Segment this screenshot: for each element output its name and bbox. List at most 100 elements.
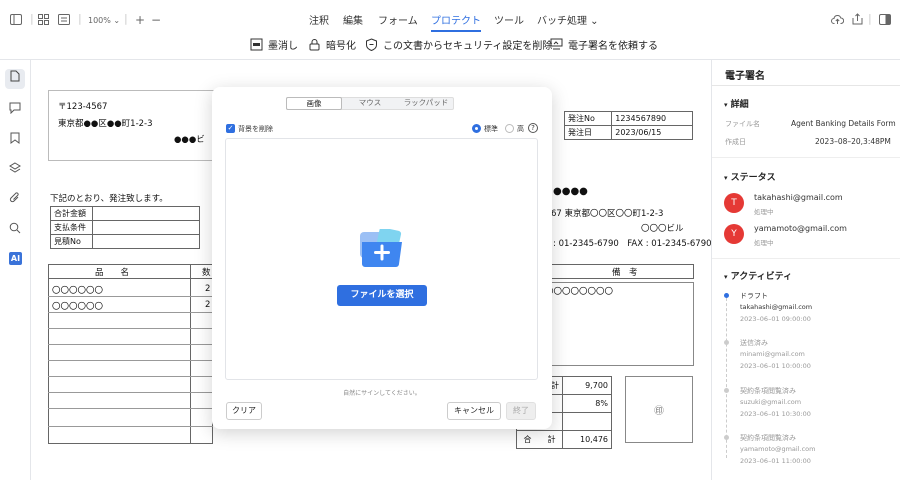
created-label: 作成日 — [725, 138, 746, 146]
page-thumbnails-icon[interactable] — [5, 69, 25, 89]
help-icon[interactable]: ? — [528, 123, 538, 133]
status-section[interactable]: ▾ ステータス — [724, 170, 776, 183]
image-drop-zone[interactable]: ファイルを選択 — [225, 138, 538, 380]
remove-background-checkbox[interactable]: ✓ — [226, 124, 235, 133]
signer-email: yamamoto@gmail.com — [754, 224, 847, 233]
summary-label: 見積No — [50, 234, 93, 249]
search-icon[interactable] — [8, 222, 22, 236]
signer-status: 処理中 — [754, 239, 774, 247]
sidebar-toggle-icon[interactable] — [10, 14, 22, 29]
event-email: minami@gmail.com — [740, 350, 805, 358]
event-title: 送信済み — [740, 339, 768, 347]
postal-code: 〒123-4567 — [58, 102, 108, 112]
zoom-in-icon[interactable]: + — [135, 13, 145, 27]
menu-batch[interactable]: バッチ処理 ⌄ — [537, 12, 599, 27]
address: 東京都●●区●●町1-2-3 — [58, 119, 153, 129]
ai-assistant-icon[interactable]: AI — [9, 252, 22, 265]
summary-label: 合計金額 — [50, 206, 93, 221]
event-email: yamamoto@gmail.com — [740, 445, 816, 453]
remarks-header: 備 考 — [612, 268, 638, 278]
item-name: 〇〇〇〇〇〇 — [52, 302, 104, 312]
finish-button[interactable]: 終了 — [506, 402, 536, 420]
order-no: 1234567890 — [611, 111, 693, 126]
vendor-name: ●●●● — [553, 186, 588, 197]
file-name: Agent Banking Details Form — [791, 119, 896, 128]
created-date: 2023–08–20,3:48PM — [815, 137, 891, 146]
panel-title: 電子署名 — [725, 71, 765, 82]
vendor-building: 〇〇〇ビル — [641, 224, 684, 234]
tab-image[interactable]: 画像 — [286, 97, 342, 110]
quality-high-radio[interactable] — [505, 124, 514, 133]
file-name-label: ファイル名 — [725, 120, 760, 128]
details-section[interactable]: ▾ 詳細 — [724, 97, 749, 110]
attachment-icon[interactable] — [8, 192, 22, 206]
clear-button[interactable]: クリア — [226, 402, 262, 420]
vendor-address: 67 東京都〇〇区〇〇町1-2-3 — [551, 209, 664, 219]
order-date: 2023/06/15 — [611, 125, 693, 140]
cancel-button[interactable]: キャンセル — [447, 402, 501, 420]
toolbar-divider: | — [78, 12, 82, 25]
tab-trackpad[interactable]: ラックパッド — [398, 97, 454, 110]
bookmark-icon[interactable] — [8, 132, 22, 146]
menu-edit[interactable]: 編集 — [343, 12, 363, 27]
tab-mouse[interactable]: マウス — [342, 97, 398, 110]
zoom-out-icon[interactable]: − — [151, 13, 161, 27]
timeline-line — [726, 298, 727, 458]
choose-file-button[interactable]: ファイルを選択 — [337, 285, 427, 306]
menu-form[interactable]: フォーム — [378, 12, 418, 27]
seal-mark: ㊞ — [654, 406, 664, 417]
signature-icon — [550, 38, 563, 50]
remove-security-button[interactable]: この文書からセキュリティ設定を削除 — [365, 37, 552, 52]
total-label: 合 計 — [516, 430, 563, 449]
page-view-icon[interactable] — [58, 14, 70, 29]
intro-text: 下記のとおり、発注致します。 — [50, 194, 168, 204]
timeline-dot — [724, 435, 729, 440]
event-email: takahashi@gmail.com — [740, 303, 813, 311]
event-title: ドラフト — [740, 292, 768, 300]
activity-section[interactable]: ▾ アクティビティ — [724, 269, 792, 282]
share-icon[interactable] — [852, 13, 863, 29]
grid-view-icon[interactable] — [38, 14, 49, 29]
event-time: 2023–06–01 10:00:00 — [740, 362, 811, 370]
request-signature-label: 電子署名を依頼する — [568, 41, 658, 52]
company-name: ●●●ビ — [174, 135, 205, 145]
encrypt-button[interactable]: 暗号化 — [308, 37, 356, 52]
vendor-phone: : 01-2345-6790 FAX : 01-2345-6790 — [553, 239, 712, 249]
request-signature-button[interactable]: 電子署名を依頼する — [550, 37, 658, 52]
order-info-table: 発注No 1234567890 発注日 2023/06/15 — [563, 111, 693, 140]
summary-label: 支払条件 — [50, 220, 93, 235]
remarks-value: 〇〇〇〇〇〇〇〇 — [545, 287, 614, 297]
quality-standard-radio[interactable] — [472, 124, 481, 133]
left-rail: AI — [0, 60, 31, 480]
menu-tools[interactable]: ツール — [494, 12, 524, 27]
timeline-dot — [724, 340, 729, 345]
timeline-dot — [724, 293, 729, 298]
menu-protect[interactable]: プロテクト — [431, 12, 481, 32]
remove-background-label: 背景を削除 — [238, 125, 273, 133]
layers-icon[interactable] — [8, 162, 22, 176]
details-heading: 詳細 — [730, 100, 749, 110]
item-qty: 2 — [205, 284, 211, 294]
redact-button[interactable]: 墨消し — [250, 37, 298, 52]
event-time: 2023–06–01 11:00:00 — [740, 457, 811, 465]
quality-standard-label: 標準 — [484, 125, 498, 133]
comment-icon[interactable] — [8, 102, 22, 116]
item-qty: 2 — [205, 300, 211, 310]
event-time: 2023–06–01 09:00:00 — [740, 315, 811, 323]
folder-add-icon — [358, 227, 408, 273]
event-email: suzuki@gmail.com — [740, 398, 802, 406]
remove-security-label: この文書からセキュリティ設定を削除 — [383, 41, 553, 52]
caret-down-icon: ▾ — [724, 101, 728, 109]
top-toolbar: | | 100% ⌄ | + − 注釈 編集 フォーム プロテクト ツール バッ… — [0, 0, 900, 60]
shield-icon — [366, 38, 377, 51]
cloud-upload-icon[interactable] — [831, 14, 845, 29]
signature-dialog: 画像 マウス ラックパッド ✓ 背景を削除 標準 高 ? ファイルを選択 自然に… — [212, 87, 552, 429]
event-title: 契約条項閲覧済み — [740, 434, 796, 442]
panel-toggle-icon[interactable] — [879, 14, 891, 29]
caret-down-icon: ▾ — [724, 273, 728, 281]
encrypt-label: 暗号化 — [326, 41, 356, 52]
zoom-level[interactable]: 100% ⌄ — [88, 14, 120, 28]
item-name: 〇〇〇〇〇〇 — [52, 286, 104, 296]
order-no-label: 発注No — [563, 111, 613, 126]
menu-annotate[interactable]: 注釈 — [309, 12, 329, 27]
